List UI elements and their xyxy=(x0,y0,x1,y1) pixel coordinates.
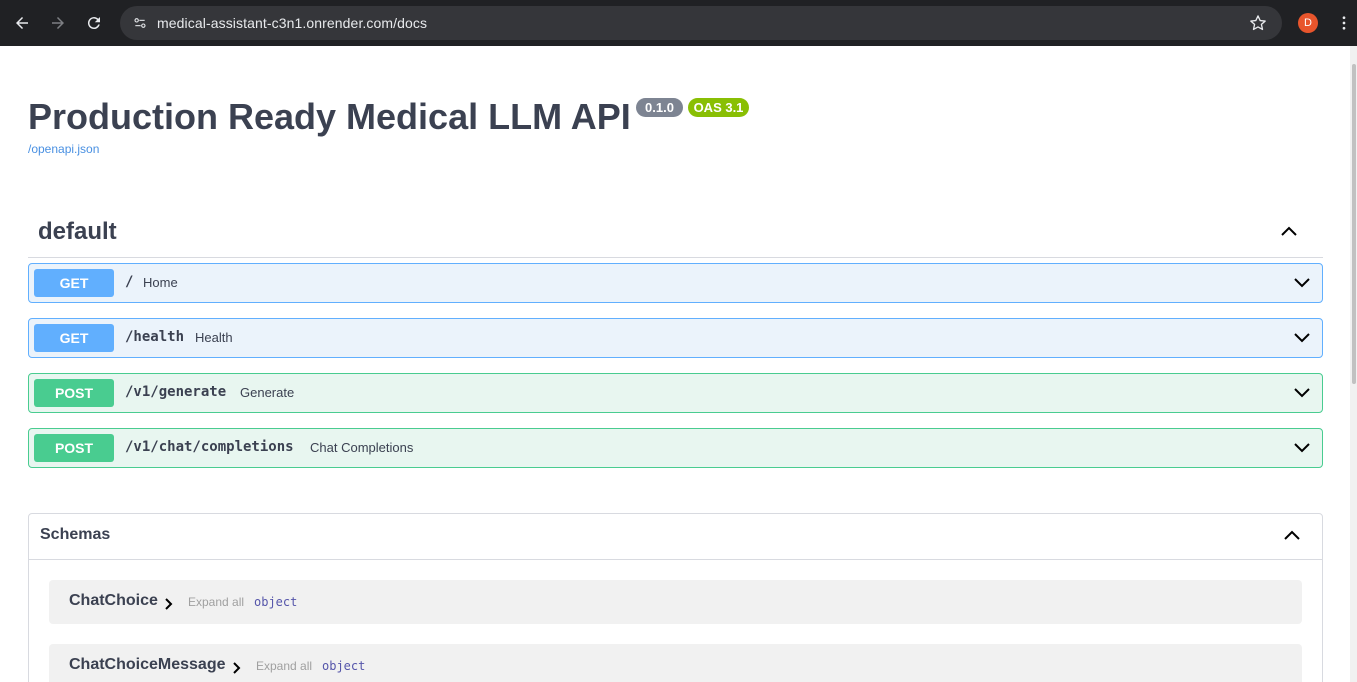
version-badge: 0.1.0 xyxy=(636,98,683,117)
operation-post-chat-completions[interactable]: POST /v1/chat/completions Chat Completio… xyxy=(28,428,1323,468)
schemas-section: Schemas ChatChoice Expand all object Cha… xyxy=(28,513,1323,682)
operation-get-home[interactable]: GET / Home xyxy=(28,263,1323,303)
site-info-icon[interactable] xyxy=(128,11,152,35)
chevron-down-icon[interactable] xyxy=(1292,437,1312,457)
schema-model-chatchoicemessage[interactable]: ChatChoiceMessage Expand all object xyxy=(49,644,1302,682)
operation-post-generate[interactable]: POST /v1/generate Generate xyxy=(28,373,1323,413)
operation-summary: Generate xyxy=(240,385,295,400)
profile-avatar[interactable]: D xyxy=(1298,13,1318,33)
operation-path: /health xyxy=(125,329,185,345)
model-name[interactable]: ChatChoiceMessage xyxy=(69,656,226,674)
schemas-title: Schemas xyxy=(40,526,111,543)
tag-name: default xyxy=(38,218,117,245)
openapi-json-link[interactable]: /openapi.json xyxy=(28,142,99,156)
operation-get-health[interactable]: GET /health Health xyxy=(28,318,1323,358)
expand-all-link[interactable]: Expand all xyxy=(188,595,244,609)
address-bar[interactable]: medical-assistant-c3n1.onrender.com/docs xyxy=(120,6,1282,40)
chevron-up-icon[interactable] xyxy=(1282,526,1302,546)
expand-all-link[interactable]: Expand all xyxy=(256,659,312,673)
url-text[interactable]: medical-assistant-c3n1.onrender.com/docs xyxy=(157,15,427,31)
chevron-down-icon[interactable] xyxy=(1292,272,1312,292)
method-badge: GET xyxy=(34,269,114,297)
model-type: object xyxy=(254,595,298,609)
back-icon[interactable] xyxy=(10,11,34,35)
chevron-down-icon[interactable] xyxy=(1292,382,1312,402)
operation-path: /v1/chat/completions xyxy=(125,439,294,455)
browser-toolbar: medical-assistant-c3n1.onrender.com/docs… xyxy=(0,0,1357,46)
operation-summary: Home xyxy=(143,275,178,290)
chevron-right-icon[interactable] xyxy=(164,597,174,610)
tag-section-header[interactable]: default xyxy=(28,210,1323,258)
operation-summary: Chat Completions xyxy=(310,440,414,455)
chevron-right-icon[interactable] xyxy=(232,661,242,674)
method-badge: POST xyxy=(34,379,114,407)
chevron-down-icon[interactable] xyxy=(1292,327,1312,347)
chevron-up-icon[interactable] xyxy=(1279,222,1299,242)
bookmark-star-icon[interactable] xyxy=(1248,13,1268,33)
api-title: Production Ready Medical LLM API xyxy=(28,96,631,137)
scrollbar-thumb[interactable] xyxy=(1352,64,1356,384)
schemas-header[interactable]: Schemas xyxy=(29,514,1322,560)
method-badge: POST xyxy=(34,434,114,462)
operation-path: / xyxy=(125,274,134,290)
model-type: object xyxy=(322,659,366,673)
oas-badge: OAS 3.1 xyxy=(688,98,749,117)
method-badge: GET xyxy=(34,324,114,352)
model-name[interactable]: ChatChoice xyxy=(69,592,158,610)
swagger-ui-page: Production Ready Medical LLM API 0.1.0 O… xyxy=(0,46,1350,682)
operation-path: /v1/generate xyxy=(125,384,227,400)
schema-model-chatchoice[interactable]: ChatChoice Expand all object xyxy=(49,580,1302,624)
forward-icon[interactable] xyxy=(46,11,70,35)
operation-summary: Health xyxy=(195,330,233,345)
browser-menu-icon[interactable] xyxy=(1334,13,1354,33)
reload-icon[interactable] xyxy=(82,11,106,35)
